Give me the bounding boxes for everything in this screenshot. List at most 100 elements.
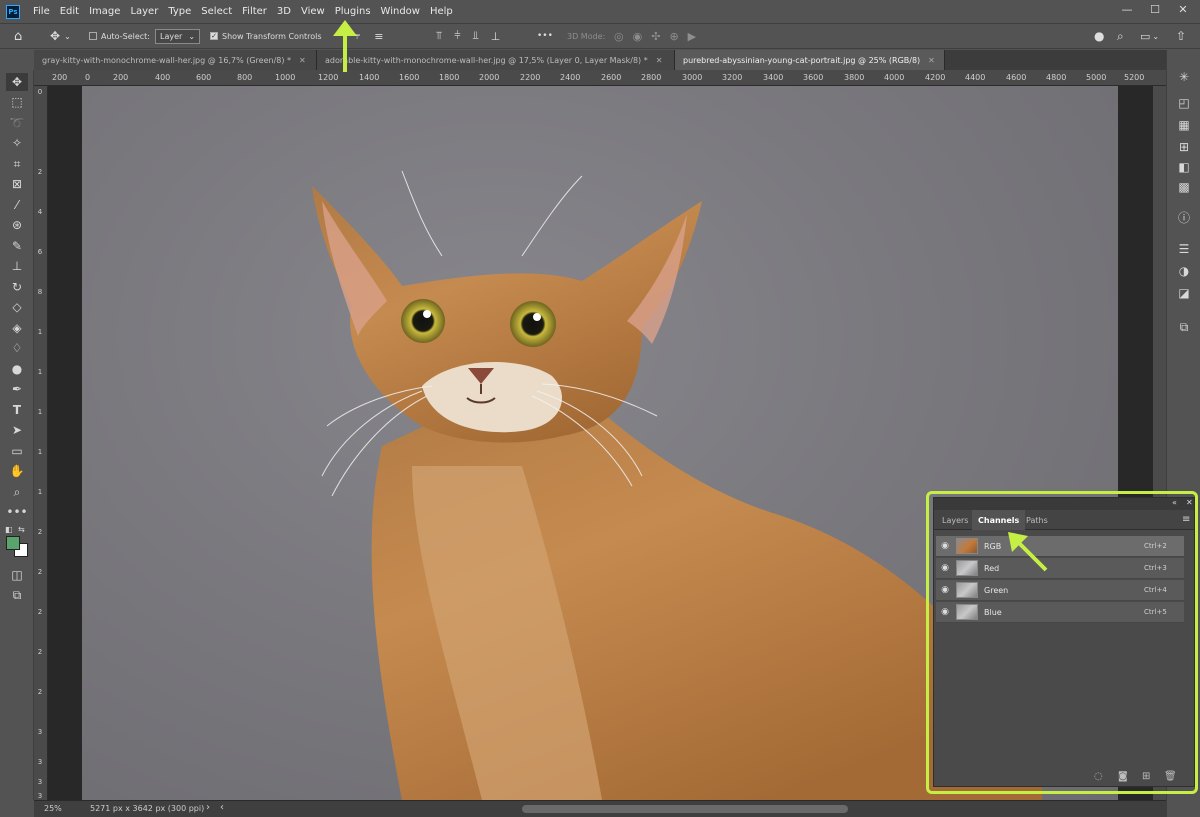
adjustments-panel-icon[interactable]: ☰ xyxy=(1174,240,1194,258)
ruler-label: 1 xyxy=(37,328,43,336)
ruler-label: 3400 xyxy=(763,73,784,82)
menu-file[interactable]: File xyxy=(28,0,55,23)
auto-select-checkbox[interactable] xyxy=(89,32,97,40)
menu-filter[interactable]: Filter xyxy=(237,0,272,23)
properties-panel-icon[interactable]: ◑ xyxy=(1174,262,1194,280)
home-icon[interactable]: ⌂ xyxy=(14,24,22,48)
close-icon[interactable]: ✕ xyxy=(656,56,663,65)
default-colors-icon[interactable]: ◧ xyxy=(5,525,13,534)
collapse-dock-icon[interactable]: ✳ xyxy=(1174,68,1194,86)
ruler-label: 1000 xyxy=(275,73,296,82)
chevron-right-icon[interactable]: › xyxy=(206,802,210,813)
search-icon[interactable]: ⌕ xyxy=(1117,24,1124,48)
move-tool-icon[interactable]: ✥ xyxy=(6,73,28,91)
menu-window[interactable]: Window xyxy=(376,0,425,23)
more-options-button[interactable]: ••• xyxy=(537,24,553,48)
type-tool-icon[interactable]: T xyxy=(6,401,28,419)
ruler-label: 1 xyxy=(37,488,43,496)
account-icon[interactable]: ● xyxy=(1094,24,1104,48)
history-panel-icon[interactable]: ⧉ xyxy=(1174,318,1194,336)
move-tool-preset-icon[interactable]: ✥ ⌄ xyxy=(50,24,71,48)
libraries-panel-icon[interactable]: ◪ xyxy=(1174,284,1194,302)
ruler-label: 3 xyxy=(37,778,43,786)
close-icon[interactable]: ✕ xyxy=(928,56,935,65)
ruler-label: 1400 xyxy=(359,73,380,82)
tab-gray-kitty[interactable]: gray-kitty-with-monochrome-wall-her.jpg … xyxy=(34,50,317,70)
patterns-panel-icon[interactable]: ▩ xyxy=(1174,178,1194,196)
auto-select-target-dropdown[interactable]: Layer ⌄ xyxy=(155,28,201,44)
pen-tool-icon[interactable]: ✒ xyxy=(6,380,28,398)
workspace-icon[interactable]: ▭ ⌄ xyxy=(1140,24,1159,48)
lasso-tool-icon[interactable]: ➰ xyxy=(6,114,28,132)
marquee-tool-icon[interactable]: ⬚ xyxy=(6,93,28,111)
blur-tool-icon[interactable]: ♢ xyxy=(6,339,28,357)
auto-select-target-value: Layer xyxy=(160,31,183,41)
align-middle-icon[interactable]: ⫩ xyxy=(454,29,460,43)
maximize-button[interactable]: ☐ xyxy=(1142,0,1168,18)
ruler-label: 3000 xyxy=(682,73,703,82)
paint-bucket-icon[interactable]: ◈ xyxy=(6,319,28,337)
rectangle-tool-icon[interactable]: ▭ xyxy=(6,442,28,460)
swatches-panel-icon[interactable]: ▦ xyxy=(1174,116,1194,134)
ruler-label: 1600 xyxy=(399,73,420,82)
align-center-icon[interactable]: ≡ xyxy=(374,30,383,43)
zoom-tool-icon[interactable]: ⌕ xyxy=(6,483,28,501)
brush-tool-icon[interactable]: ✎ xyxy=(6,237,28,255)
3d-scale-icon[interactable]: ▶ xyxy=(688,30,696,43)
frame-tool-icon[interactable]: ⊠ xyxy=(6,175,28,193)
3d-orbit-icon[interactable]: ◎ xyxy=(614,30,624,43)
tab-abyssinian-cat[interactable]: purebred-abyssinian-young-cat-portrait.j… xyxy=(675,50,945,70)
menu-help[interactable]: Help xyxy=(425,0,458,23)
align-bottom-icon[interactable]: ⫫ xyxy=(473,29,479,43)
menu-layer[interactable]: Layer xyxy=(125,0,163,23)
hand-tool-icon[interactable]: ✋ xyxy=(6,462,28,480)
ruler-label: 400 xyxy=(155,73,171,82)
magic-wand-tool-icon[interactable]: ✧ xyxy=(6,134,28,152)
foreground-color-swatch[interactable] xyxy=(6,536,20,550)
swap-colors-icon[interactable]: ⇆ xyxy=(18,525,25,534)
gradient-panel-icon[interactable]: ◧ xyxy=(1174,158,1194,176)
chevron-down-icon: ⌄ xyxy=(1152,31,1160,41)
ruler-label: 1800 xyxy=(439,73,460,82)
path-selection-icon[interactable]: ➤ xyxy=(6,421,28,439)
photoshop-logo: Ps xyxy=(6,4,20,19)
zoom-level[interactable]: 25% xyxy=(44,804,62,813)
distribute-icon[interactable]: ⊥ xyxy=(491,30,501,43)
eyedropper-tool-icon[interactable]: ⁄ xyxy=(6,196,28,214)
share-icon[interactable]: ⇧ xyxy=(1176,24,1186,48)
menu-image[interactable]: Image xyxy=(84,0,125,23)
menu-type[interactable]: Type xyxy=(163,0,196,23)
menu-3d[interactable]: 3D xyxy=(272,0,296,23)
crop-tool-icon[interactable]: ⌗ xyxy=(6,155,28,173)
brush-settings-icon[interactable]: ⊞ xyxy=(1174,138,1194,156)
3d-roll-icon[interactable]: ◉ xyxy=(633,30,643,43)
color-panel-icon[interactable]: ◰ xyxy=(1174,94,1194,112)
menu-edit[interactable]: Edit xyxy=(55,0,84,23)
show-transform-checkbox[interactable]: ✓ xyxy=(210,32,218,40)
3d-pan-icon[interactable]: ✣ xyxy=(651,30,660,43)
menu-view[interactable]: View xyxy=(296,0,330,23)
dodge-tool-icon[interactable]: ● xyxy=(6,360,28,378)
close-icon[interactable]: ✕ xyxy=(299,56,306,65)
align-top-icon[interactable]: ⫪ xyxy=(436,29,442,43)
ruler-label: 600 xyxy=(196,73,212,82)
ruler-label: 2 xyxy=(37,608,43,616)
minimize-button[interactable]: — xyxy=(1114,0,1140,18)
eraser-tool-icon[interactable]: ◇ xyxy=(6,298,28,316)
menu-select[interactable]: Select xyxy=(196,0,237,23)
clone-stamp-icon[interactable]: ⊥ xyxy=(6,257,28,275)
chevron-left-icon[interactable]: ‹ xyxy=(220,802,224,813)
history-brush-icon[interactable]: ↻ xyxy=(6,278,28,296)
close-button[interactable]: ✕ xyxy=(1170,0,1196,18)
quick-mask-icon[interactable]: ◫ xyxy=(6,566,28,584)
horizontal-scrollbar[interactable] xyxy=(522,805,848,813)
edit-toolbar-icon[interactable]: ••• xyxy=(6,503,28,521)
tab-adorable-kitty[interactable]: adorable-kitty-with-monochrome-wall-her.… xyxy=(317,50,675,70)
info-panel-icon[interactable]: ⓘ xyxy=(1174,208,1194,226)
healing-brush-icon[interactable]: ⊛ xyxy=(6,216,28,234)
highlight-box xyxy=(926,491,1198,794)
screen-mode-icon[interactable]: ⧉ xyxy=(6,586,28,604)
3d-slide-icon[interactable]: ⊕ xyxy=(669,30,678,43)
ruler-label: 200 xyxy=(52,73,68,82)
ruler-label: 1 xyxy=(37,448,43,456)
